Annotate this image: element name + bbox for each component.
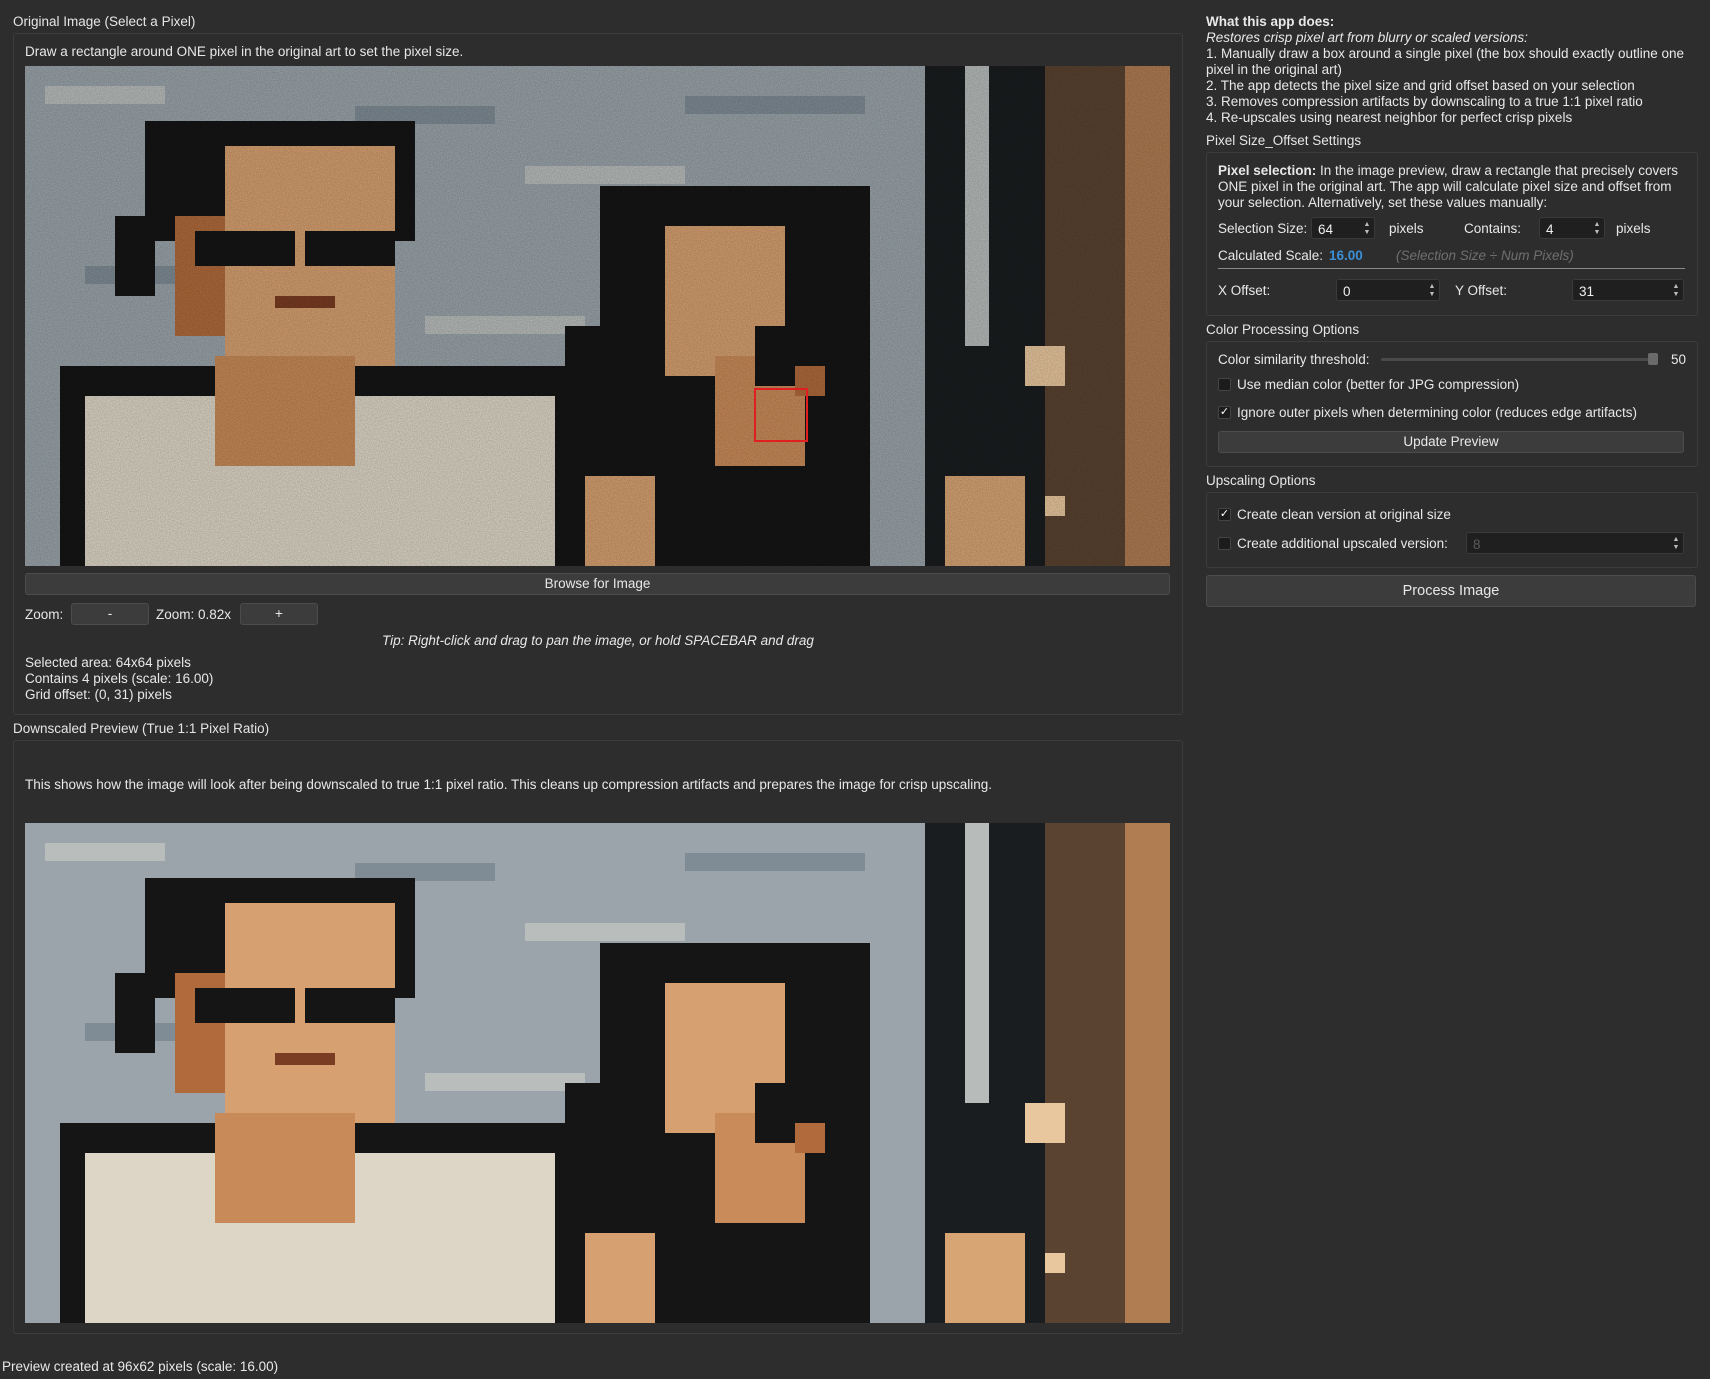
calculated-scale-hint: (Selection Size ÷ Num Pixels) xyxy=(1396,248,1574,263)
ignore-outer-checkbox[interactable]: ✓ xyxy=(1218,406,1231,419)
calculated-scale-label: Calculated Scale: xyxy=(1218,248,1324,263)
selection-unit: pixels xyxy=(1389,221,1424,236)
downscaled-description: This shows how the image will look after… xyxy=(25,777,992,792)
pixel-selection-desc-text: In the image preview, draw a rectangle t… xyxy=(1316,163,1678,178)
about-subtitle: Restores crisp pixel art from blurry or … xyxy=(1206,30,1528,45)
about-step-1b: pixel in the original art) xyxy=(1206,62,1342,77)
pixel-selection-bold: Pixel selection: xyxy=(1218,163,1317,178)
art-block xyxy=(1045,1253,1065,1273)
upscaling-title: Upscaling Options xyxy=(1206,473,1316,488)
art-block xyxy=(685,853,865,871)
art-block xyxy=(305,988,395,1023)
pixel-selection-desc-1: Pixel selection: In the image preview, d… xyxy=(1218,163,1678,178)
additional-upscale-label: Create additional upscaled version: xyxy=(1237,536,1448,551)
art-block xyxy=(525,923,685,941)
art-block xyxy=(45,843,165,861)
spin-arrows-icon[interactable]: ▲ ▼ xyxy=(1592,220,1602,236)
about-heading: What this app does: xyxy=(1206,14,1335,29)
zoom-value: Zoom: 0.82x xyxy=(156,607,232,622)
upscaling-group xyxy=(1206,492,1698,568)
y-offset-spinbox[interactable]: 31 ▲ ▼ xyxy=(1572,279,1684,301)
spin-arrows-icon[interactable]: ▲ ▼ xyxy=(1671,535,1681,551)
contains-value: 4 xyxy=(1546,222,1554,237)
y-offset-value: 31 xyxy=(1579,284,1595,299)
y-offset-label: Y Offset: xyxy=(1455,283,1508,298)
art-block xyxy=(965,823,989,1103)
pixel-settings-title: Pixel Size_Offset Settings xyxy=(1206,133,1362,148)
selection-size-spinbox[interactable]: 64 ▲ ▼ xyxy=(1311,217,1375,239)
art-block xyxy=(425,1073,585,1091)
contains-info: Contains 4 pixels (scale: 16.00) xyxy=(25,671,214,686)
clean-version-label: Create clean version at original size xyxy=(1237,507,1451,522)
art-block xyxy=(1125,823,1170,1323)
x-offset-label: X Offset: xyxy=(1218,283,1271,298)
selection-size-label: Selection Size: xyxy=(1218,221,1308,236)
selected-area-info: Selected area: 64x64 pixels xyxy=(25,655,191,670)
x-offset-spinbox[interactable]: 0 ▲ ▼ xyxy=(1336,279,1440,301)
grid-offset-info: Grid offset: (0, 31) pixels xyxy=(25,687,172,702)
browse-button[interactable]: Browse for Image xyxy=(25,573,1170,595)
contains-label: Contains: xyxy=(1464,221,1522,236)
x-offset-value: 0 xyxy=(1343,284,1351,299)
median-color-label: Use median color (better for JPG compres… xyxy=(1237,377,1520,392)
contains-spinbox[interactable]: 4 ▲ ▼ xyxy=(1539,217,1605,239)
art-block xyxy=(585,1233,655,1323)
about-step-2: 2. The app detects the pixel size and gr… xyxy=(1206,78,1635,93)
original-instruction: Draw a rectangle around ONE pixel in the… xyxy=(25,44,464,59)
pixel-selection-desc-3: your selection. Alternatively, set these… xyxy=(1218,195,1548,210)
zoom-in-button[interactable]: + xyxy=(240,603,318,625)
color-options-title: Color Processing Options xyxy=(1206,322,1360,337)
threshold-slider-track[interactable] xyxy=(1381,358,1651,361)
update-preview-button[interactable]: Update Preview xyxy=(1218,431,1684,453)
art-block xyxy=(195,988,295,1023)
downscaled-image-canvas xyxy=(25,823,1170,1323)
art-block xyxy=(215,1113,355,1223)
zoom-out-button[interactable]: - xyxy=(71,603,149,625)
art-block xyxy=(275,1053,335,1065)
status-bar: Preview created at 96x62 pixels (scale: … xyxy=(2,1359,279,1374)
selection-size-value: 64 xyxy=(1318,222,1334,237)
original-panel-title: Original Image (Select a Pixel) xyxy=(13,14,196,29)
contains-unit: pixels xyxy=(1616,221,1651,236)
calculated-scale-value: 16.00 xyxy=(1329,248,1363,263)
spin-arrows-icon[interactable]: ▲ ▼ xyxy=(1427,282,1437,298)
spin-arrows-icon[interactable]: ▲ ▼ xyxy=(1671,282,1681,298)
threshold-value: 50 xyxy=(1671,352,1687,367)
pixel-selection-desc-2: ONE pixel in the original art. The app w… xyxy=(1218,179,1672,194)
spin-arrows-icon[interactable]: ▲ ▼ xyxy=(1362,220,1372,236)
art-block xyxy=(945,1233,1025,1323)
ignore-outer-label: Ignore outer pixels when determining col… xyxy=(1237,405,1637,420)
about-step-3: 3. Removes compression artifacts by down… xyxy=(1206,94,1643,109)
additional-upscale-spinbox[interactable]: 8 ▲ ▼ xyxy=(1466,532,1684,554)
threshold-label: Color similarity threshold: xyxy=(1218,352,1370,367)
original-image-canvas[interactable] xyxy=(25,66,1170,566)
pan-tip: Tip: Right-click and drag to pan the ima… xyxy=(382,633,814,648)
clean-version-checkbox[interactable]: ✓ xyxy=(1218,508,1231,521)
threshold-slider-handle[interactable] xyxy=(1648,353,1658,365)
process-image-button[interactable]: Process Image xyxy=(1206,575,1696,607)
downscaled-art xyxy=(25,823,1170,1323)
art-block xyxy=(795,1123,825,1153)
art-block xyxy=(1025,1103,1065,1143)
median-color-checkbox[interactable] xyxy=(1218,378,1231,391)
art-block xyxy=(115,973,155,1053)
downscaled-panel-title: Downscaled Preview (True 1:1 Pixel Ratio… xyxy=(13,721,270,736)
additional-upscale-checkbox[interactable] xyxy=(1218,537,1231,550)
about-step-4: 4. Re-upscales using nearest neighbor fo… xyxy=(1206,110,1573,125)
about-step-1a: 1. Manually draw a box around a single p… xyxy=(1206,46,1685,61)
settings-divider xyxy=(1218,268,1685,269)
additional-upscale-value: 8 xyxy=(1473,537,1481,552)
zoom-label: Zoom: xyxy=(25,607,64,622)
